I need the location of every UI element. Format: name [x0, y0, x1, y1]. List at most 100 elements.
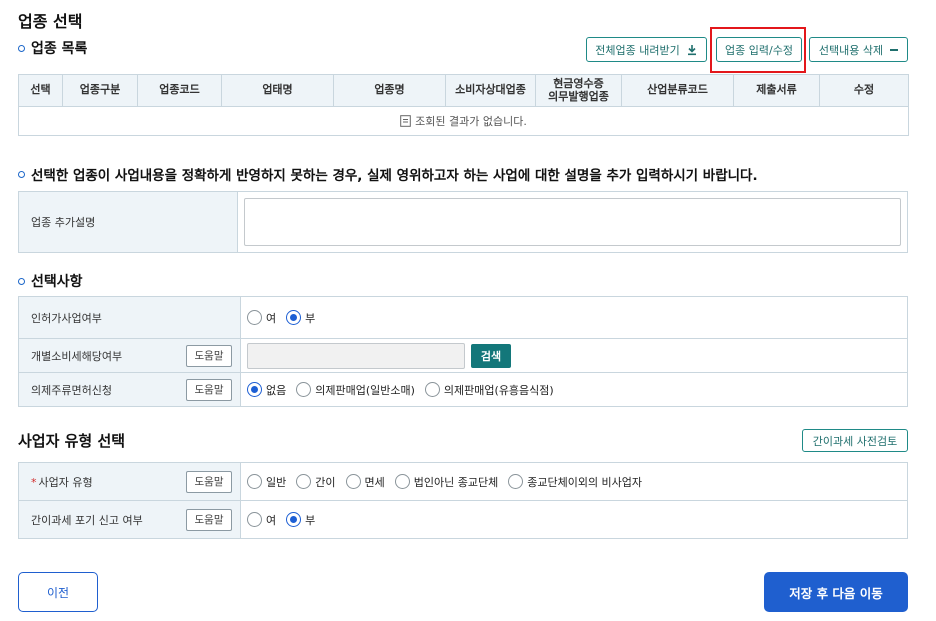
- license-yes-label: 여: [266, 311, 277, 325]
- waiver-no-label: 부: [305, 513, 316, 527]
- required-marker: *: [31, 475, 37, 489]
- excise-value-cell: 검색: [241, 339, 907, 372]
- excise-search-button[interactable]: 검색: [471, 343, 511, 368]
- liquor-bar-radio[interactable]: 의제판매업(유흥음식점): [424, 382, 554, 398]
- license-label: 인허가사업여부: [19, 297, 241, 338]
- radio-icon: [296, 382, 312, 397]
- simple-tax-precheck-button[interactable]: 간이과세 사전검토: [802, 429, 908, 452]
- business-type-table: * 사업자 유형 도움말 일반 간이 면세 법인아닌 종교단체 종교단체이외의 비…: [18, 462, 908, 539]
- bullet-icon: [18, 44, 25, 52]
- type-exempt-label: 면세: [364, 475, 385, 489]
- waiver-no-radio[interactable]: 부: [286, 512, 315, 528]
- prev-button[interactable]: 이전: [18, 572, 98, 612]
- notice-text: 선택한 업종이 사업내용을 정확하게 반영하지 못하는 경우, 실제 영위하고자…: [31, 168, 758, 184]
- delete-selected-button[interactable]: 선택내용 삭제: [809, 37, 908, 62]
- waiver-label: 간이과세 포기 신고 여부 도움말: [19, 501, 241, 538]
- table-header-row: 선택 업종구분 업종코드 업태명 업종명 소비자상대업종 현금영수증 의무발행업…: [18, 74, 909, 107]
- license-label-text: 인허가사업여부: [31, 311, 102, 325]
- radio-icon: [394, 474, 410, 489]
- page-title: 업종 선택: [18, 12, 83, 31]
- empty-message-cell: 조회된 결과가 없습니다.: [18, 106, 909, 136]
- business-type-radio-group: 일반 간이 면세 법인아닌 종교단체 종교단체이외의 비사업자: [241, 463, 907, 500]
- download-all-button[interactable]: 전체업종 내려받기: [586, 37, 707, 62]
- radio-icon: [247, 474, 262, 489]
- radio-icon: [424, 382, 440, 397]
- business-type-label-text: 사업자 유형: [38, 475, 93, 489]
- bullet-icon: [18, 277, 25, 285]
- waiver-label-text: 간이과세 포기 신고 여부: [31, 513, 143, 527]
- radio-icon: [508, 474, 524, 489]
- industry-table: 선택 업종구분 업종코드 업태명 업종명 소비자상대업종 현금영수증 의무발행업…: [18, 74, 909, 136]
- excise-label: 개별소비세해당여부 도움말: [19, 339, 241, 372]
- minus-icon: [890, 48, 899, 51]
- license-row: 인허가사업여부 여 부: [18, 297, 908, 339]
- liquor-label-text: 의제주류면허신청: [31, 383, 112, 397]
- liquor-label: 의제주류면허신청 도움말: [19, 373, 241, 406]
- col-select: 선택: [18, 74, 63, 107]
- liquor-help-button[interactable]: 도움말: [186, 378, 232, 401]
- col-business-category: 업태명: [221, 74, 334, 107]
- liquor-bar-label: 의제판매업(유흥음식점): [443, 383, 554, 397]
- waiver-yes-label: 여: [266, 513, 277, 527]
- document-icon: [400, 115, 411, 127]
- additional-description-row: 업종 추가설명: [18, 192, 908, 253]
- liquor-retail-radio[interactable]: 의제판매업(일반소매): [296, 382, 415, 398]
- type-nonbusiness-radio[interactable]: 종교단체이외의 비사업자: [508, 474, 642, 490]
- license-yes-radio[interactable]: 여: [247, 310, 276, 326]
- license-no-label: 부: [305, 311, 316, 325]
- highlight-annotation-box: [710, 27, 806, 73]
- radio-icon: [345, 474, 361, 489]
- col-industry-name: 업종명: [333, 74, 446, 107]
- business-type-row: * 사업자 유형 도움말 일반 간이 면세 법인아닌 종교단체 종교단체이외의 비…: [18, 463, 908, 501]
- type-general-label: 일반: [266, 475, 287, 489]
- additional-description-label: 업종 추가설명: [19, 192, 238, 252]
- options-table: 인허가사업여부 여 부 개별소비세해당여부 도움말 검색 의제주류면허신청 도움…: [18, 296, 908, 407]
- empty-message: 조회된 결과가 없습니다.: [415, 115, 527, 128]
- business-type-help-button[interactable]: 도움말: [186, 470, 232, 493]
- type-nonbusiness-label: 종교단체이외의 비사업자: [527, 475, 643, 489]
- excise-help-button[interactable]: 도움말: [186, 344, 232, 367]
- excise-row: 개별소비세해당여부 도움말 검색: [18, 339, 908, 373]
- industry-list-heading: 업종 목록: [18, 38, 87, 58]
- col-industry-code: 업종코드: [137, 74, 222, 107]
- license-radio-group: 여 부: [241, 297, 907, 338]
- type-simple-radio[interactable]: 간이: [296, 474, 336, 490]
- industry-list-title: 업종 목록: [31, 41, 88, 57]
- download-icon: [687, 44, 696, 55]
- type-exempt-radio[interactable]: 면세: [345, 474, 385, 490]
- additional-description-table: 업종 추가설명: [18, 191, 908, 253]
- col-edit: 수정: [819, 74, 909, 107]
- waiver-help-button[interactable]: 도움말: [186, 508, 232, 531]
- business-type-label-wrap: * 사업자 유형: [31, 474, 93, 490]
- radio-selected-icon: [247, 382, 262, 397]
- type-general-radio[interactable]: 일반: [247, 474, 286, 490]
- liquor-radio-group: 없음 의제판매업(일반소매) 의제판매업(유흥음식점): [241, 373, 907, 406]
- delete-selected-label: 선택내용 삭제: [818, 43, 884, 57]
- liquor-retail-label: 의제판매업(일반소매): [315, 383, 415, 397]
- type-simple-label: 간이: [315, 475, 336, 489]
- col-industry-class-code: 산업분류코드: [621, 74, 734, 107]
- type-religious-radio[interactable]: 법인아닌 종교단체: [394, 474, 498, 490]
- excise-input[interactable]: [247, 342, 465, 369]
- save-next-button[interactable]: 저장 후 다음 이동: [764, 572, 908, 612]
- liquor-none-label: 없음: [266, 383, 287, 397]
- additional-description-input[interactable]: [244, 198, 901, 246]
- waiver-yes-radio[interactable]: 여: [247, 512, 276, 528]
- col-cash-receipt-line2: 의무발행업종: [548, 89, 609, 103]
- radio-icon: [247, 310, 262, 325]
- license-no-radio[interactable]: 부: [286, 310, 315, 326]
- table-empty-row: 조회된 결과가 없습니다.: [18, 106, 909, 136]
- col-cash-receipt: 현금영수증 의무발행업종: [535, 74, 622, 107]
- radio-selected-icon: [286, 512, 302, 527]
- waiver-radio-group: 여 부: [241, 501, 907, 538]
- col-cash-receipt-line1: 현금영수증: [553, 76, 604, 90]
- liquor-row: 의제주류면허신청 도움말 없음 의제판매업(일반소매) 의제판매업(유흥음식점): [18, 373, 908, 407]
- additional-description-cell: [238, 192, 907, 252]
- liquor-none-radio[interactable]: 없음: [247, 382, 286, 398]
- bullet-icon: [18, 170, 25, 178]
- download-all-label: 전체업종 내려받기: [595, 43, 680, 57]
- col-consumer-facing: 소비자상대업종: [445, 74, 536, 107]
- excise-label-text: 개별소비세해당여부: [31, 349, 123, 363]
- radio-selected-icon: [286, 310, 302, 325]
- business-type-label: * 사업자 유형 도움말: [19, 463, 241, 500]
